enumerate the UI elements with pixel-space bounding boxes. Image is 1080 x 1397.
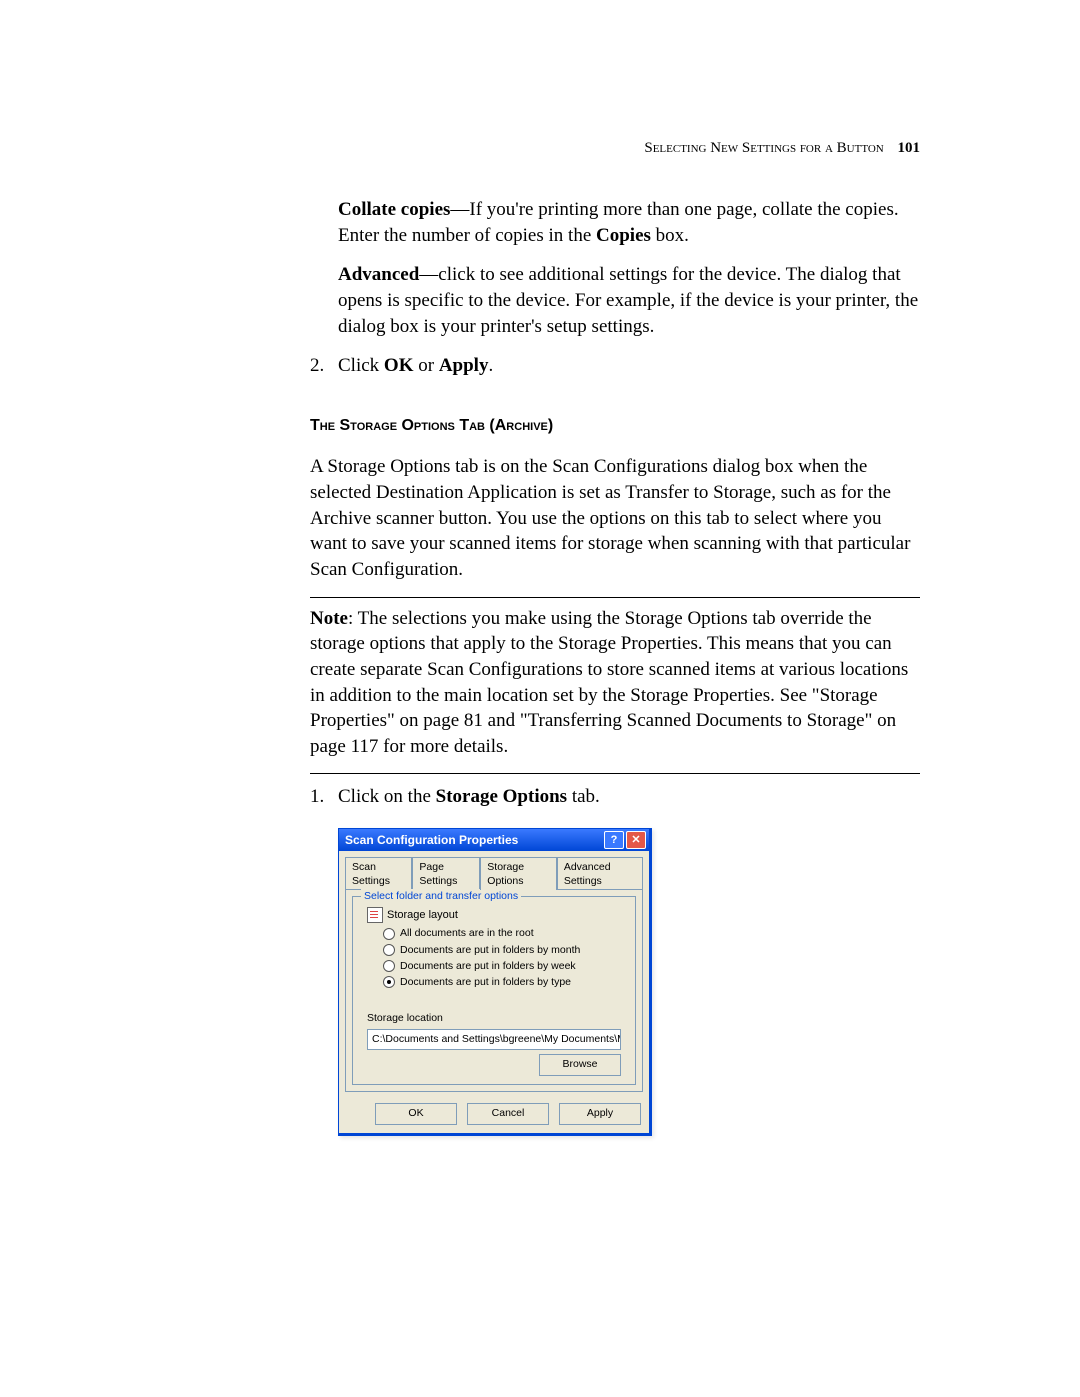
scan-config-dialog: Scan Configuration Properties ? ✕ Scan S… xyxy=(338,828,652,1135)
browse-button[interactable]: Browse xyxy=(539,1054,621,1076)
advanced-text: —click to see additional settings for th… xyxy=(338,264,918,336)
step-1-text: Click on the Storage Options tab. xyxy=(338,784,920,810)
group-transfer-options: Select folder and transfer options Stora… xyxy=(352,896,636,1084)
tab-panel: Select folder and transfer options Stora… xyxy=(345,889,643,1091)
step2-d: Apply xyxy=(439,355,489,376)
running-head: Selecting New Settings for a Button 101 xyxy=(310,140,920,157)
cancel-button[interactable]: Cancel xyxy=(467,1103,549,1125)
tab-scan-settings[interactable]: Scan Settings xyxy=(345,857,412,890)
collate-tail: box. xyxy=(651,225,689,246)
dialog-screenshot: Scan Configuration Properties ? ✕ Scan S… xyxy=(338,828,920,1135)
location-label: Storage location xyxy=(367,1011,627,1025)
dialog-title: Scan Configuration Properties xyxy=(345,832,602,848)
advanced-label: Advanced xyxy=(338,264,419,285)
para-note: Note: The selections you make using the … xyxy=(310,606,920,760)
step-1-number: 1. xyxy=(310,784,338,810)
rule-bottom xyxy=(310,773,920,774)
dialog-buttons: OK Cancel Apply xyxy=(339,1093,649,1133)
step-2: 2. Click OK or Apply. xyxy=(310,353,920,379)
tabs-row: Scan Settings Page Settings Storage Opti… xyxy=(339,851,649,890)
document-icon xyxy=(367,907,383,923)
para-intro: A Storage Options tab is on the Scan Con… xyxy=(310,454,920,582)
tab-storage-options[interactable]: Storage Options xyxy=(480,857,557,890)
step1-a: Click on the xyxy=(338,786,436,807)
ok-button[interactable]: OK xyxy=(375,1103,457,1125)
step2-b: OK xyxy=(384,355,414,376)
step2-e: . xyxy=(488,355,493,376)
para-advanced: Advanced—click to see additional setting… xyxy=(310,262,920,339)
apply-button[interactable]: Apply xyxy=(559,1103,641,1125)
close-button[interactable]: ✕ xyxy=(626,831,646,849)
step-2-text: Click OK or Apply. xyxy=(338,353,920,379)
radio-icon[interactable] xyxy=(383,928,395,940)
radio-icon[interactable] xyxy=(383,960,395,972)
step-2-number: 2. xyxy=(310,353,338,379)
step1-b: Storage Options xyxy=(436,786,567,807)
step1-c: tab. xyxy=(567,786,600,807)
radio-month[interactable]: Documents are put in folders by month xyxy=(383,943,627,957)
help-button[interactable]: ? xyxy=(604,831,624,849)
page-number: 101 xyxy=(898,140,921,156)
radio-root-label: All documents are in the root xyxy=(400,926,534,940)
tab-advanced-settings[interactable]: Advanced Settings xyxy=(557,857,643,890)
group-title: Select folder and transfer options xyxy=(361,889,521,903)
radio-icon[interactable] xyxy=(383,976,395,988)
radio-root[interactable]: All documents are in the root xyxy=(383,926,627,940)
radio-type-label: Documents are put in folders by type xyxy=(400,975,571,989)
rule-top xyxy=(310,597,920,598)
running-head-text: Selecting New Settings for a Button xyxy=(644,140,883,156)
storage-layout-label: Storage layout xyxy=(387,908,458,923)
step-1: 1. Click on the Storage Options tab. xyxy=(310,784,920,810)
radio-month-label: Documents are put in folders by month xyxy=(400,943,580,957)
note-label: Note xyxy=(310,608,348,629)
radio-week[interactable]: Documents are put in folders by week xyxy=(383,959,627,973)
section-heading: The Storage Options Tab (Archive) xyxy=(310,415,920,437)
titlebar[interactable]: Scan Configuration Properties ? ✕ xyxy=(339,829,649,851)
location-path-input[interactable]: C:\Documents and Settings\bgreene\My Doc… xyxy=(367,1029,621,1049)
note-text: : The selections you make using the Stor… xyxy=(310,608,908,757)
step2-c: or xyxy=(413,355,438,376)
step2-a: Click xyxy=(338,355,384,376)
para-collate: Collate copies—If you're printing more t… xyxy=(310,197,920,248)
radio-week-label: Documents are put in folders by week xyxy=(400,959,576,973)
tab-page-settings[interactable]: Page Settings xyxy=(412,857,480,890)
collate-copies-bold: Copies xyxy=(596,225,651,246)
radio-icon[interactable] xyxy=(383,944,395,956)
radio-type[interactable]: Documents are put in folders by type xyxy=(383,975,627,989)
collate-label: Collate copies xyxy=(338,199,450,220)
storage-layout-header: Storage layout xyxy=(367,907,627,923)
